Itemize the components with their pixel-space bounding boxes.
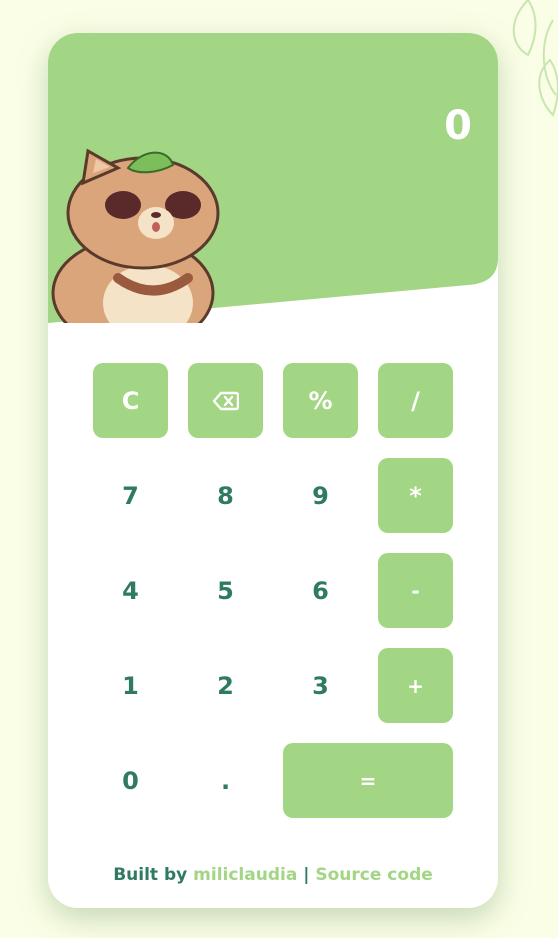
digit-2-button[interactable]: 2: [188, 648, 263, 723]
subtract-button[interactable]: -: [378, 553, 453, 628]
backspace-icon: [212, 391, 239, 410]
divide-button[interactable]: /: [378, 363, 453, 438]
digit-6-button[interactable]: 6: [283, 553, 358, 628]
digit-7-button[interactable]: 7: [93, 458, 168, 533]
display-value: 0: [444, 103, 472, 149]
leaf-decoration: [512, 0, 558, 117]
footer: Built by miliclaudia | Source code: [48, 865, 498, 885]
equals-button[interactable]: =: [283, 743, 453, 818]
raccoon-mascot: [51, 148, 220, 323]
add-button[interactable]: +: [378, 648, 453, 723]
keypad: C % / 7 8 9 * 4 5 6 - 1 2 3 + 0 . =: [93, 363, 453, 818]
digit-8-button[interactable]: 8: [188, 458, 263, 533]
multiply-button[interactable]: *: [378, 458, 453, 533]
source-code-link[interactable]: Source code: [315, 865, 432, 885]
backspace-button[interactable]: [188, 363, 263, 438]
decimal-button[interactable]: .: [188, 743, 263, 818]
footer-prefix: Built by: [113, 865, 188, 885]
footer-separator: |: [303, 865, 310, 885]
author-link[interactable]: miliclaudia: [193, 865, 297, 885]
digit-0-button[interactable]: 0: [93, 743, 168, 818]
percent-button[interactable]: %: [283, 363, 358, 438]
digit-3-button[interactable]: 3: [283, 648, 358, 723]
digit-5-button[interactable]: 5: [188, 553, 263, 628]
digit-9-button[interactable]: 9: [283, 458, 358, 533]
clear-button[interactable]: C: [93, 363, 168, 438]
calculator: 0 C % / 7 8 9 * 4 5 6 - 1 2 3 + 0 . = Bu…: [48, 33, 498, 908]
digit-4-button[interactable]: 4: [93, 553, 168, 628]
digit-1-button[interactable]: 1: [93, 648, 168, 723]
